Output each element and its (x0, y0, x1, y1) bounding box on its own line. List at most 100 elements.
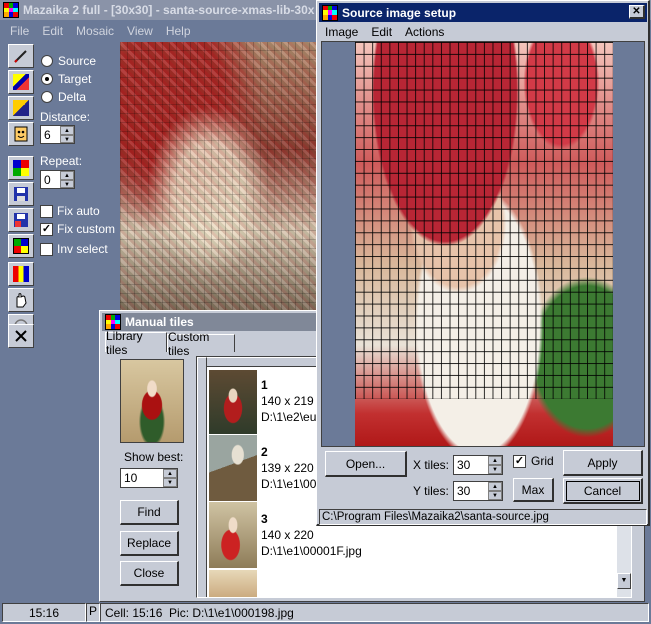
manual-tiles-title: Manual tiles (125, 315, 194, 329)
tile-index: 1 (261, 378, 268, 392)
repeat-label: Repeat: (40, 154, 83, 168)
find-button[interactable]: Find (120, 500, 179, 525)
x-tiles-stepper[interactable]: 30 ▲ ▼ (453, 455, 503, 475)
tile-index: 2 (261, 445, 268, 459)
app-icon (3, 2, 19, 18)
show-best-stepper[interactable]: 10 ▲ ▼ (120, 468, 178, 488)
y-tiles-label: Y tiles: (413, 484, 449, 498)
repeat-stepper[interactable]: 0 ▲ ▼ (40, 170, 75, 189)
tool-palette[interactable] (8, 156, 34, 180)
tool-delete[interactable] (8, 324, 34, 348)
menu-file[interactable]: File (10, 24, 29, 38)
distance-down[interactable]: ▼ (60, 134, 74, 143)
hand-icon (13, 292, 29, 308)
open-button[interactable]: Open... (325, 451, 407, 477)
show-best-down[interactable]: ▼ (163, 478, 177, 487)
tile-size: 139 x 220 (261, 461, 314, 475)
current-tile-preview (120, 359, 184, 443)
status-info-panel: Cell: 15:16 Pic: D:\1\e1\000198.jpg (100, 603, 649, 622)
radio-target-label: Target (58, 72, 92, 86)
apply-button-label: Apply (587, 455, 618, 470)
tool-palette-hand[interactable] (8, 262, 34, 286)
inv-select-checkbox[interactable] (40, 243, 53, 256)
grid-checkbox[interactable]: ✓ (513, 455, 526, 468)
close-button[interactable]: Close (120, 561, 179, 586)
source-image-area (321, 41, 645, 447)
close-button-label: Close (133, 566, 165, 580)
menu-view[interactable]: View (127, 24, 153, 38)
status-cell-info: Cell: 15:16 Pic: D:\1\e1\000198.jpg (105, 606, 294, 620)
tile-size: 140 x 219 (261, 394, 314, 408)
grid-icon (13, 238, 29, 254)
tool-save[interactable] (8, 182, 34, 206)
source-setup-title: Source image setup (342, 5, 457, 20)
tool-hand[interactable] (8, 288, 34, 312)
tab-custom-tiles-label: Custom tiles (168, 329, 210, 358)
tool-face[interactable] (8, 122, 34, 146)
fix-custom-label: Fix custom (57, 222, 116, 236)
tile-list-next-partial (209, 570, 257, 597)
tool-save-as[interactable] (8, 208, 34, 232)
find-button-label: Find (137, 505, 161, 519)
tool-palette (2, 40, 36, 600)
cancel-button[interactable]: Cancel (563, 478, 643, 504)
menu-edit[interactable]: Edit (42, 24, 63, 38)
x-tiles-value: 30 (457, 458, 471, 472)
fix-custom-checkbox[interactable]: ✓ (40, 223, 53, 236)
paste-tiles-icon (13, 100, 29, 116)
tile-thumbnail (209, 502, 257, 568)
y-tiles-down[interactable]: ▼ (488, 491, 502, 500)
distance-stepper[interactable]: 6 ▲ ▼ (40, 125, 75, 144)
radio-target[interactable] (41, 73, 53, 85)
grid-label: Grid (531, 454, 554, 468)
y-tiles-up[interactable]: ▲ (488, 482, 502, 491)
tile-path: D:\1\e1\00 (261, 477, 317, 491)
show-best-up[interactable]: ▲ (163, 469, 177, 478)
palette-hand-icon (13, 266, 29, 282)
menu-mosaic[interactable]: Mosaic (76, 24, 114, 38)
scroll-thumb[interactable]: ▼ (617, 573, 631, 589)
tab-library-tiles-label: Library tiles (106, 328, 143, 357)
status-coords: 15:16 (2, 603, 86, 622)
tool-paste-tiles[interactable] (8, 96, 34, 120)
menu-help[interactable]: Help (166, 24, 191, 38)
source-setup-app-icon (322, 4, 338, 21)
tool-copy-tiles[interactable] (8, 70, 34, 94)
cancel-button-label: Cancel (583, 483, 622, 498)
source-setup-title-bar[interactable]: Source image setup ✕ (319, 3, 647, 22)
source-image[interactable] (355, 42, 613, 446)
max-button[interactable]: Max (513, 478, 554, 502)
replace-button[interactable]: Replace (120, 531, 179, 556)
radio-delta[interactable] (41, 91, 53, 103)
source-path: C:\Program Files\Mazaika2\santa-source.j… (322, 511, 549, 523)
tab-custom-tiles[interactable]: Custom tiles (167, 330, 235, 358)
max-button-label: Max (521, 482, 545, 497)
x-tiles-down[interactable]: ▼ (488, 465, 502, 474)
distance-label: Distance: (40, 110, 91, 124)
repeat-value: 0 (44, 173, 51, 187)
repeat-down[interactable]: ▼ (60, 179, 74, 188)
tile-index: 3 (261, 512, 268, 526)
menu-image[interactable]: Image (325, 25, 358, 39)
repeat-up[interactable]: ▲ (60, 171, 74, 180)
save-icon (13, 186, 29, 202)
tool-pencil[interactable] (8, 44, 34, 68)
menu-edit[interactable]: Edit (371, 25, 392, 39)
fix-auto-checkbox[interactable] (40, 205, 53, 218)
y-tiles-stepper[interactable]: 30 ▲ ▼ (453, 481, 503, 501)
open-button-label: Open... (345, 456, 386, 471)
x-tiles-up[interactable]: ▲ (488, 456, 502, 465)
apply-button[interactable]: Apply (563, 450, 643, 476)
distance-up[interactable]: ▲ (60, 126, 74, 135)
menu-actions[interactable]: Actions (405, 25, 444, 39)
tool-grid[interactable] (8, 234, 34, 258)
radio-delta-label: Delta (58, 90, 87, 104)
source-path-bar: C:\Program Files\Mazaika2\santa-source.j… (319, 509, 647, 525)
tile-thumbnail (209, 435, 257, 501)
source-grid-overlay (355, 42, 613, 399)
face-icon (13, 126, 29, 142)
tab-library-tiles[interactable]: Library tiles (105, 329, 167, 357)
radio-source[interactable] (41, 55, 53, 67)
source-setup-close-button[interactable]: ✕ (629, 5, 645, 19)
mosaic-canvas[interactable] (120, 42, 318, 312)
